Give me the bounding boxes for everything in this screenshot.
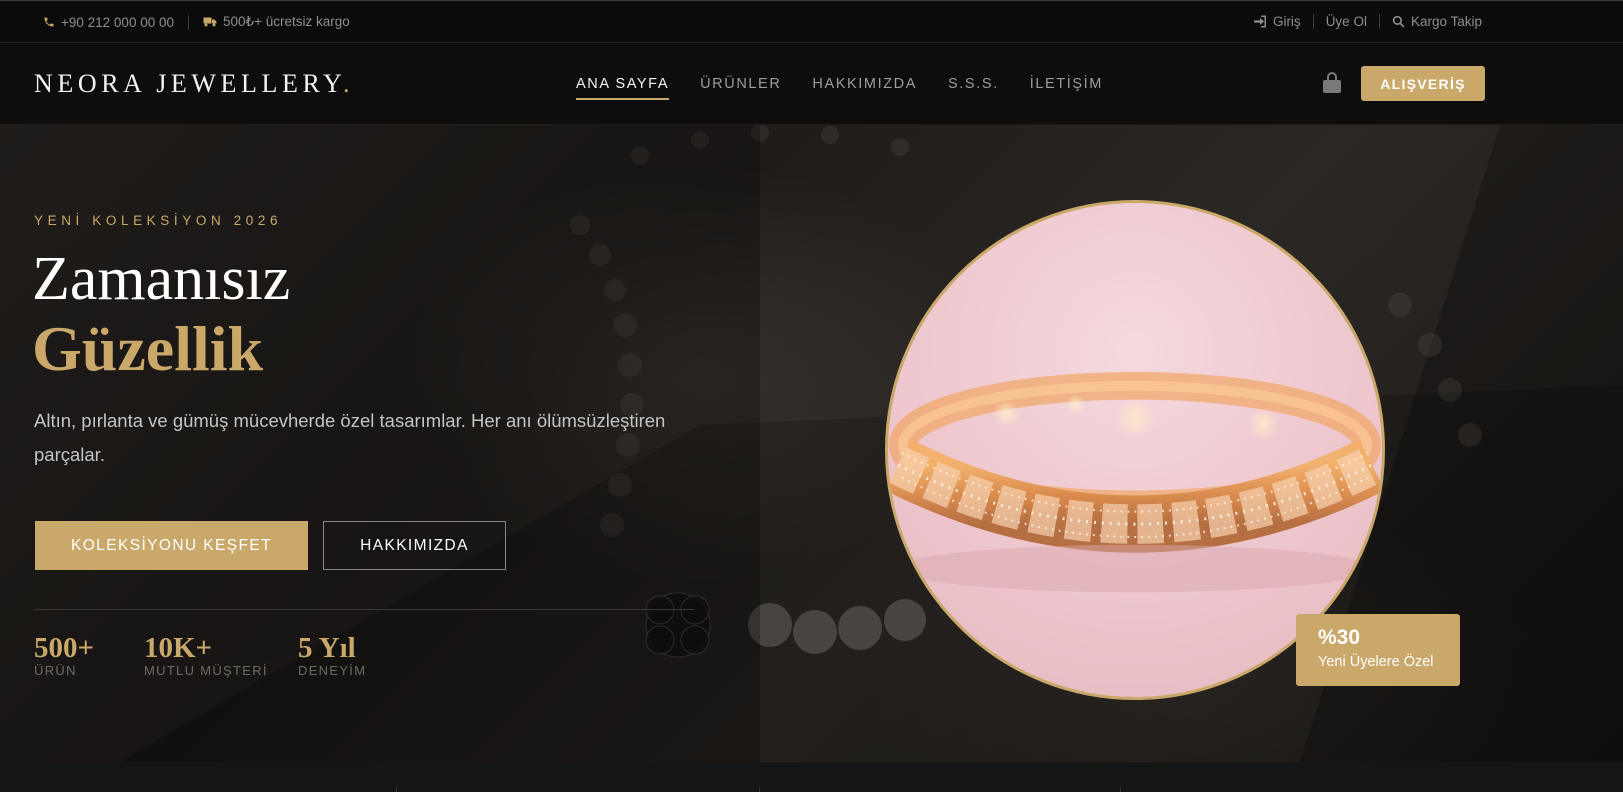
tracking-link[interactable]: Kargo Takip <box>1392 14 1482 29</box>
login-icon <box>1254 15 1266 28</box>
nav-item-home[interactable]: ANA SAYFA <box>576 43 670 125</box>
search-icon <box>1392 15 1405 28</box>
promo-badge[interactable]: %30 Yeni Üyelere Özel <box>1296 614 1460 686</box>
hero-title-line1: Zamanısız <box>32 245 291 313</box>
about-us-button[interactable]: HAKKIMIZDA <box>323 521 506 570</box>
nav-item-contact[interactable]: İLETİŞİM <box>1030 43 1103 125</box>
top-bar-contact: +90 212 000 00 00 500₺+ ücretsiz kargo <box>43 14 350 30</box>
nav-item-faq[interactable]: S.S.S. <box>948 43 999 125</box>
stat-label: MUTLU MÜŞTERİ <box>144 663 268 678</box>
hero-section: YENİ KOLEKSİYON 2026 Zamanısız Güzellik … <box>0 125 1623 762</box>
stat-experience: 5 Yıl DENEYİM <box>298 633 366 679</box>
nav-item-about[interactable]: HAKKIMIZDA <box>812 43 917 125</box>
phone-number: +90 212 000 00 00 <box>61 14 174 30</box>
divider <box>1378 14 1380 29</box>
login-link[interactable]: Giriş <box>1253 14 1301 29</box>
stat-label: ÜRÜN <box>34 663 77 678</box>
main-header: NEORA JEWELLERY. ANA SAYFA ÜRÜNLER HAKKI… <box>0 43 1623 125</box>
stat-label: DENEYİM <box>298 663 367 678</box>
explore-collection-button[interactable]: KOLEKSİYONU KEŞFET <box>35 521 308 570</box>
shop-button[interactable]: ALIŞVERİŞ <box>1361 66 1485 101</box>
tracking-label: Kargo Takip <box>1410 14 1482 29</box>
hero-title-line2: Güzellik <box>32 313 264 384</box>
divider <box>1312 14 1314 29</box>
phone-icon <box>44 17 54 27</box>
hero-description: Altın, pırlanta ve gümüş mücevherde özel… <box>34 410 666 465</box>
stat-customers: 10K+ MUTLU MÜŞTERİ <box>144 633 268 679</box>
logo-text: NEORA JEWELLERY <box>34 69 344 98</box>
logo-dot: . <box>343 69 355 98</box>
stat-value: 500+ <box>34 632 95 664</box>
promo-text: Yeni Üyelere Özel <box>1318 654 1434 670</box>
features-strip <box>0 762 1623 792</box>
login-label: Giriş <box>1272 14 1301 29</box>
top-bar-account: Giriş Üye Ol Kargo Takip <box>1253 14 1482 29</box>
phone-link[interactable]: +90 212 000 00 00 <box>43 15 174 30</box>
divider <box>1120 787 1121 792</box>
collection-eyebrow: YENİ KOLEKSİYON 2026 <box>34 213 283 228</box>
brand-logo[interactable]: NEORA JEWELLERY. <box>34 69 354 99</box>
truck-icon <box>203 17 217 27</box>
stat-products: 500+ ÜRÜN <box>34 633 94 679</box>
promo-value: %30 <box>1318 626 1361 649</box>
shipping-info: 500₺+ ücretsiz kargo <box>203 14 350 30</box>
stats-divider <box>34 609 694 610</box>
stat-value: 10K+ <box>144 632 213 664</box>
divider <box>187 14 189 30</box>
divider <box>396 787 397 792</box>
top-bar: +90 212 000 00 00 500₺+ ücretsiz kargo G… <box>0 0 1623 43</box>
stat-value: 5 Yıl <box>298 632 356 664</box>
register-link[interactable]: Üye Ol <box>1326 14 1367 29</box>
register-label: Üye Ol <box>1325 14 1367 29</box>
shipping-text: 500₺+ ücretsiz kargo <box>222 14 350 29</box>
shopping-bag-icon[interactable] <box>1322 72 1342 94</box>
divider <box>759 787 760 792</box>
main-nav: ANA SAYFA ÜRÜNLER HAKKIMIZDA S.S.S. İLET… <box>576 43 1134 125</box>
nav-item-products[interactable]: ÜRÜNLER <box>700 43 781 125</box>
